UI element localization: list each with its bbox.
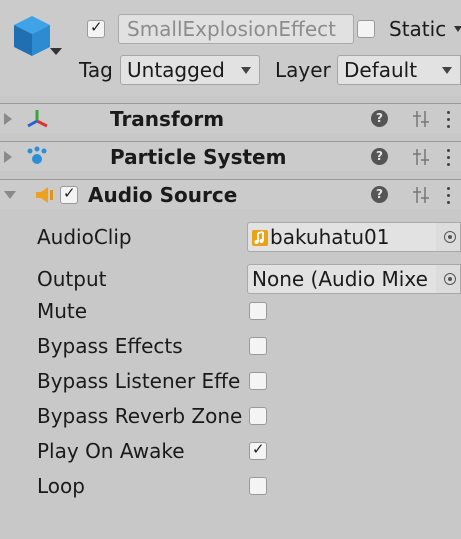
component-header-particle-system[interactable]: Particle System ?	[0, 141, 461, 171]
foldout-arrow-icon[interactable]	[4, 113, 12, 125]
property-label-bypass-effects: Bypass Effects	[37, 334, 183, 358]
tag-dropdown[interactable]: Untagged	[120, 55, 260, 85]
object-picker-icon[interactable]	[444, 273, 456, 285]
play-on-awake-checkbox[interactable]: ✓	[249, 440, 267, 460]
tag-label: Tag	[79, 58, 113, 82]
help-icon[interactable]: ?	[371, 186, 388, 203]
static-dropdown-chevron-icon[interactable]	[454, 26, 461, 32]
chevron-down-icon	[241, 67, 251, 74]
particle-system-icon	[27, 146, 47, 164]
component-menu-kebab-icon[interactable]	[447, 149, 451, 167]
help-icon[interactable]: ?	[371, 148, 388, 165]
component-menu-kebab-icon[interactable]	[447, 111, 451, 129]
audio-clip-icon	[252, 230, 268, 246]
foldout-arrow-icon[interactable]	[4, 151, 12, 163]
help-icon[interactable]: ?	[371, 110, 388, 127]
foldout-arrow-expanded-icon[interactable]	[4, 191, 16, 199]
gameobject-name-field[interactable]: SmallExplosionEffect	[118, 14, 354, 44]
static-checkbox[interactable]	[357, 20, 375, 38]
property-label-output: Output	[37, 267, 107, 291]
bypass-reverb-zones-checkbox[interactable]	[249, 407, 267, 425]
property-label-bypass-reverb-zones: Bypass Reverb Zone	[37, 404, 243, 428]
output-value: None (Audio Mixe	[252, 267, 428, 291]
property-label-audioclip: AudioClip	[37, 225, 132, 249]
icon-picker-chevron-down-icon[interactable]	[50, 48, 62, 55]
bypass-effects-checkbox[interactable]	[249, 337, 267, 355]
presets-sliders-icon[interactable]	[412, 109, 430, 129]
checkmark-icon: ✓	[252, 440, 265, 458]
mute-checkbox[interactable]	[249, 302, 267, 320]
checkmark-icon: ✓	[63, 184, 76, 202]
property-label-mute: Mute	[37, 299, 88, 323]
layer-value: Default	[344, 58, 418, 82]
tag-value: Untagged	[127, 58, 225, 82]
component-title: Audio Source	[88, 183, 238, 207]
output-field[interactable]: None (Audio Mixe	[247, 264, 461, 294]
presets-sliders-icon[interactable]	[412, 185, 430, 205]
chevron-down-icon	[442, 67, 452, 74]
audio-source-icon	[36, 187, 53, 203]
transform-axes-icon	[27, 110, 48, 128]
gameobject-active-checkbox[interactable]: ✓	[87, 18, 105, 38]
audioclip-field[interactable]: bakuhatu01	[247, 222, 461, 252]
component-title: Transform	[110, 107, 225, 131]
presets-sliders-icon[interactable]	[412, 147, 430, 167]
audioclip-value: bakuhatu01	[270, 225, 390, 249]
property-label-bypass-listener-effects: Bypass Listener Effe	[37, 369, 241, 393]
audio-source-properties: AudioClip bakuhatu01 Output None (Audio …	[0, 209, 461, 539]
layer-label: Layer	[275, 58, 331, 82]
component-header-audio-source[interactable]: ✓ Audio Source ?	[0, 179, 461, 209]
component-enabled-checkbox[interactable]: ✓	[60, 184, 78, 204]
gameobject-cube-icon[interactable]	[12, 14, 52, 60]
static-label[interactable]: Static	[389, 14, 446, 44]
bypass-listener-effects-checkbox[interactable]	[249, 372, 267, 390]
component-menu-kebab-icon[interactable]	[447, 187, 451, 205]
object-picker-icon[interactable]	[444, 231, 456, 243]
property-label-loop: Loop	[37, 474, 85, 498]
property-label-play-on-awake: Play On Awake	[37, 439, 185, 463]
checkmark-icon: ✓	[90, 18, 103, 36]
layer-dropdown[interactable]: Default	[337, 55, 461, 85]
component-title: Particle System	[110, 145, 287, 169]
loop-checkbox[interactable]	[249, 477, 267, 495]
inspector-header: ✓ SmallExplosionEffect Static Tag Untagg…	[0, 0, 461, 96]
component-header-transform[interactable]: Transform ?	[0, 103, 461, 133]
